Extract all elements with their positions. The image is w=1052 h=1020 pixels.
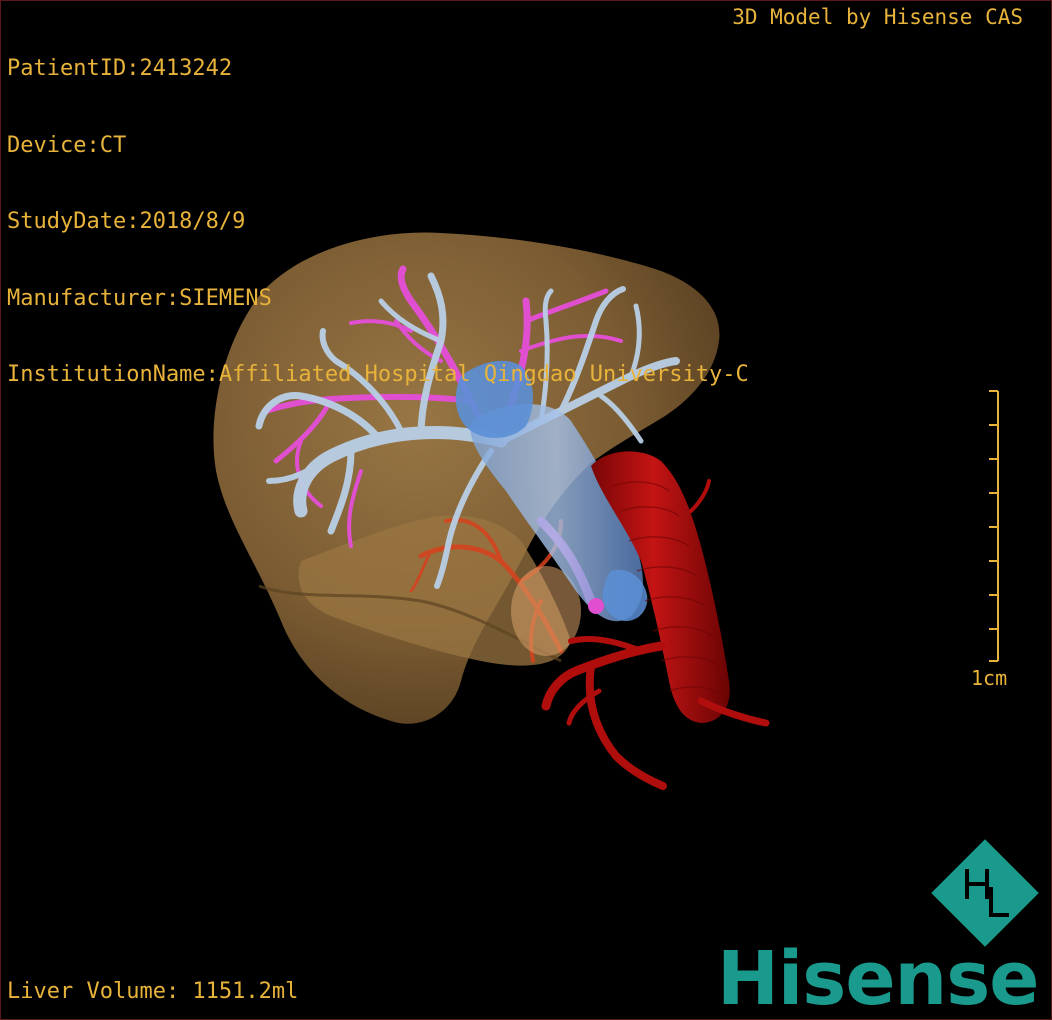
manufacturer-line: Manufacturer:SIEMENS [7, 285, 272, 311]
patient-id-line: PatientID:2413242 [7, 56, 233, 81]
study-info: PatientID:2413242 Device:CT StudyDate:20… [7, 5, 749, 439]
vendor-label: 3D Model by Hisense CAS [732, 5, 1023, 29]
portal-junction-marker [588, 598, 604, 614]
study-date-line: StudyDate:2018/8/9 [7, 209, 246, 234]
scale-label: 1cm [971, 666, 1008, 690]
hisense-logo-icon [931, 839, 1039, 947]
institution-line: InstitutionName:Affiliated Hospital Qing… [7, 362, 749, 387]
3d-viewport[interactable]: PatientID:2413242 Device:CT StudyDate:20… [0, 0, 1052, 1020]
liver-volume-readout: Liver Volume: 1151.2ml [7, 979, 299, 1004]
scale-bar [989, 390, 999, 662]
hisense-wordmark: Hisense [717, 936, 1039, 1020]
device-line: Device:CT [7, 132, 127, 158]
